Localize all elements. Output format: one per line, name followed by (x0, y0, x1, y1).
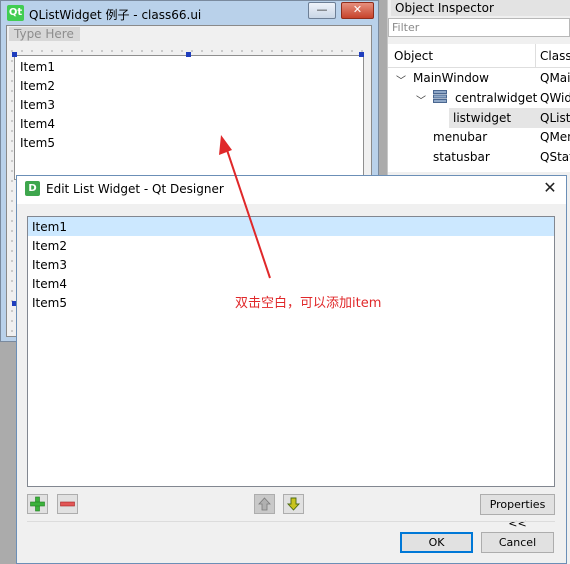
minus-icon (60, 501, 75, 507)
move-down-button[interactable] (283, 494, 304, 514)
list-item[interactable]: Item3 (32, 258, 67, 272)
dialog-separator (27, 521, 555, 522)
expand-arrow-icon[interactable]: ﹀ (396, 72, 406, 87)
selection-handle[interactable] (359, 52, 364, 57)
object-filter-input[interactable]: Filter (388, 18, 570, 37)
object-inspector-title: Object Inspector (391, 0, 570, 16)
list-item[interactable]: Item2 (20, 79, 55, 93)
menubar-type-here[interactable]: Type Here (9, 27, 80, 41)
designer-app-icon: D (25, 181, 40, 196)
list-item[interactable]: Item1 (20, 60, 55, 74)
form-listwidget[interactable]: Item1 Item2 Item3 Item4 Item5 (14, 55, 364, 180)
tree-item-class: QMen (540, 130, 570, 144)
dialog-title: Edit List Widget - Qt Designer (46, 182, 224, 196)
column-header-class[interactable]: Class (540, 49, 570, 63)
move-up-button[interactable] (254, 494, 275, 514)
plus-icon (30, 496, 45, 512)
close-icon[interactable]: ✕ (540, 178, 560, 198)
selection-handle[interactable] (186, 52, 191, 57)
tree-item-mainwindow[interactable]: MainWindow (413, 71, 489, 85)
expand-arrow-icon[interactable]: ﹀ (416, 92, 426, 107)
qt-logo-icon: Qt (7, 5, 24, 21)
list-item[interactable]: Item5 (32, 296, 67, 310)
arrow-down-icon (286, 497, 301, 511)
tree-item-centralwidget[interactable]: centralwidget (455, 91, 537, 105)
remove-item-button[interactable] (57, 494, 78, 514)
list-item[interactable]: Item1 (32, 220, 67, 234)
tree-item-statusbar[interactable]: statusbar (433, 150, 490, 164)
minimize-button[interactable]: — (308, 2, 336, 19)
ok-button[interactable]: OK (400, 532, 473, 553)
tree-item-class: QStat (540, 150, 570, 164)
object-inspector-title-text: Object Inspector (395, 1, 494, 15)
tree-item-menubar[interactable]: menubar (433, 130, 487, 144)
selected-row-highlight (28, 217, 554, 236)
properties-toggle-button[interactable]: Properties << (480, 494, 555, 530)
add-item-button[interactable] (27, 494, 48, 514)
arrow-up-icon (258, 497, 271, 511)
list-item[interactable]: Item4 (32, 277, 67, 291)
list-item[interactable]: Item5 (20, 136, 55, 150)
tree-item-class: QList (540, 111, 570, 125)
tree-item-class: QWid (540, 91, 570, 105)
close-button[interactable]: ✕ (341, 2, 374, 19)
cancel-button[interactable]: Cancel (481, 532, 554, 553)
item-list[interactable] (27, 216, 555, 487)
tree-item-listwidget[interactable]: listwidget (453, 111, 511, 125)
column-separator[interactable] (535, 44, 536, 68)
list-item[interactable]: Item4 (20, 117, 55, 131)
layout-widget-icon (433, 90, 447, 103)
list-item[interactable]: Item2 (32, 239, 67, 253)
annotation-text: 双击空白，可以添加item (235, 296, 382, 311)
list-item[interactable]: Item3 (20, 98, 55, 112)
designer-form-titlebar: Qt QListWidget 例子 - class66.ui — ✕ (0, 0, 377, 26)
tree-item-class: QMai (540, 71, 570, 85)
selection-handle[interactable] (12, 52, 17, 57)
designer-form-title: QListWidget 例子 - class66.ui (29, 8, 202, 22)
column-header-object[interactable]: Object (394, 49, 433, 63)
